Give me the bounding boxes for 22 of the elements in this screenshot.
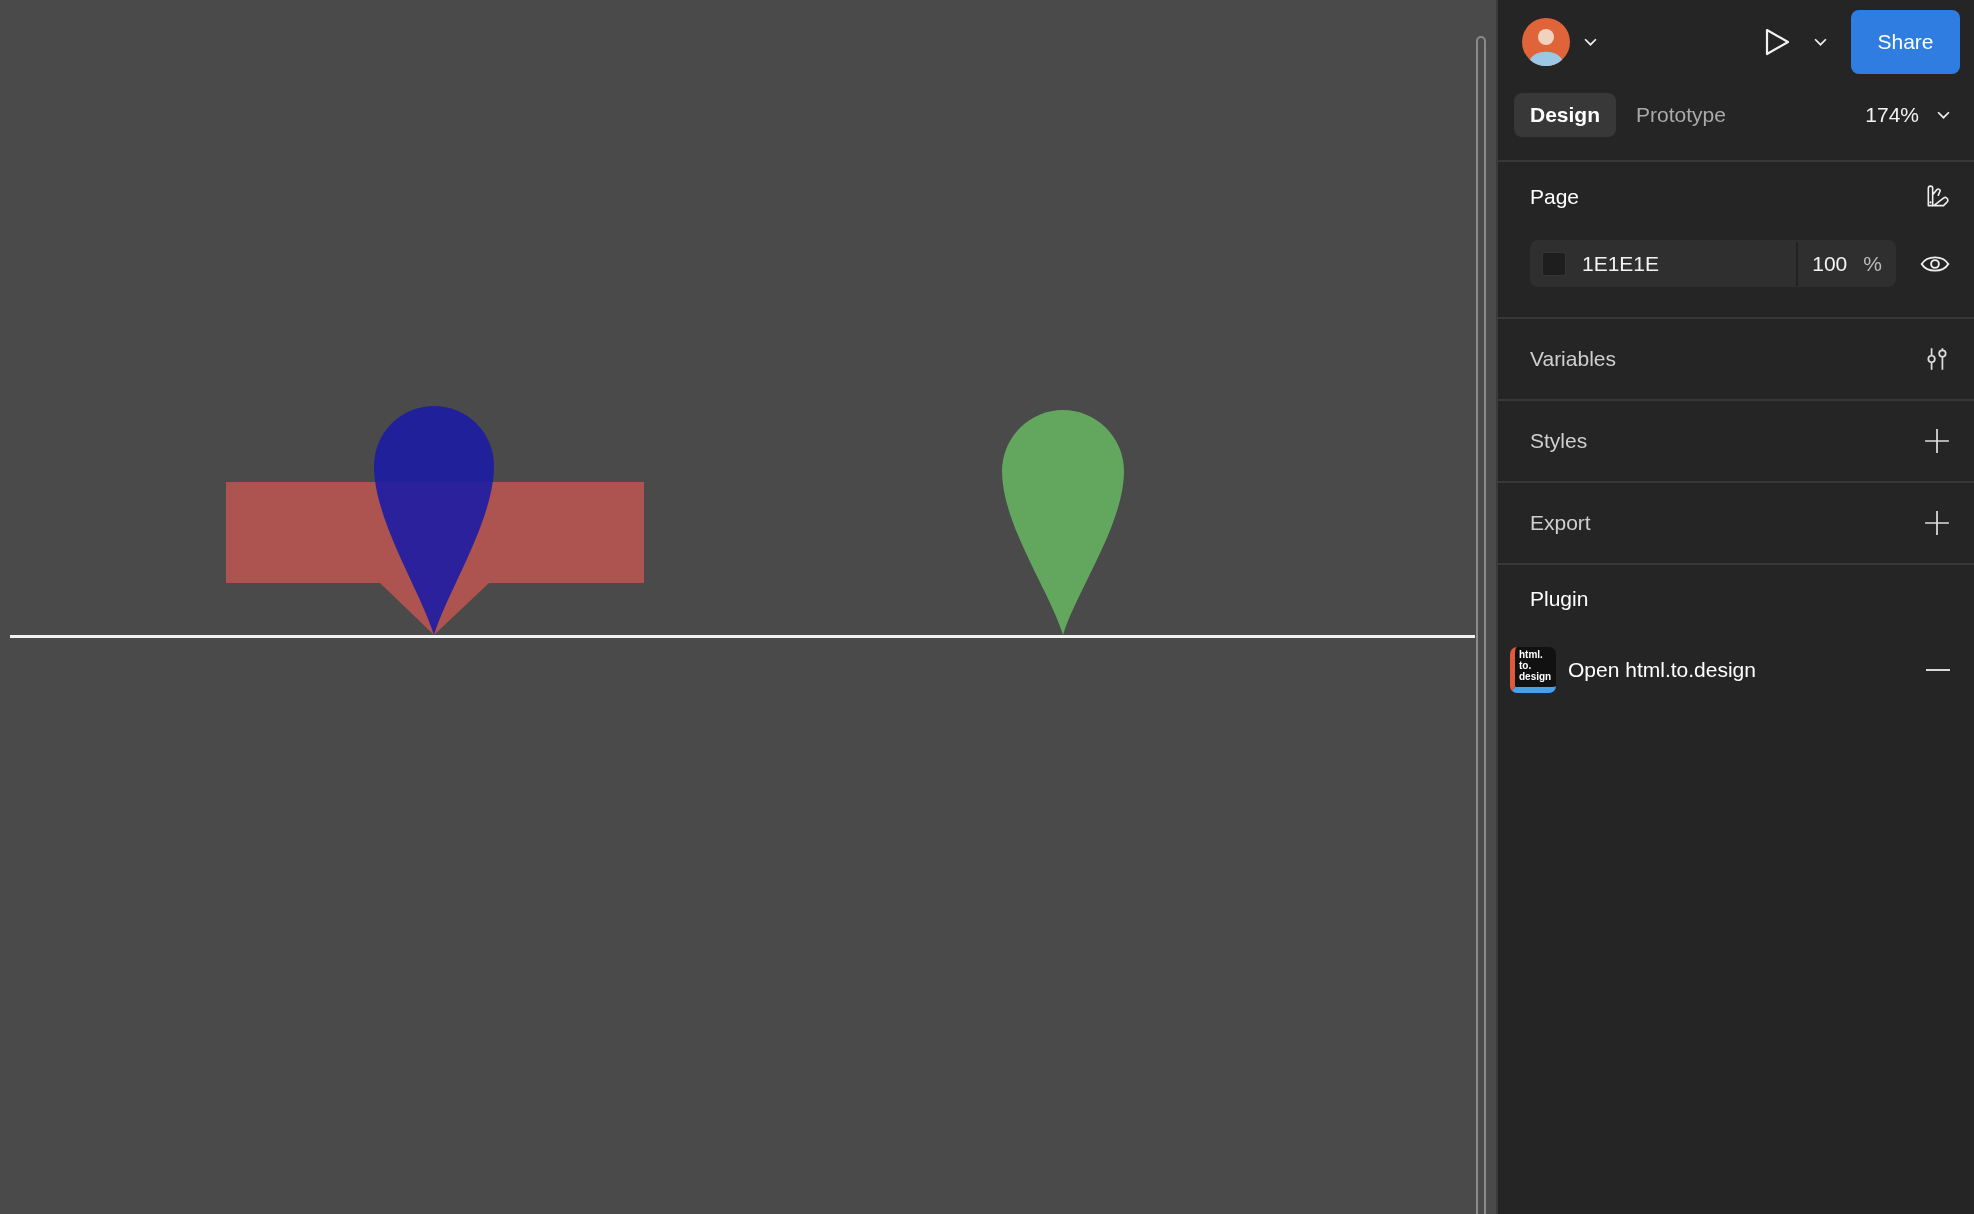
tab[interactable]: Design <box>1514 93 1616 137</box>
plugin-logo: html. to. design <box>1510 647 1556 693</box>
section-title: Variables <box>1530 347 1616 371</box>
plus-icon[interactable] <box>1924 510 1950 536</box>
section-title: Plugin <box>1530 587 1589 610</box>
eye-icon[interactable] <box>1920 253 1950 274</box>
minus-icon[interactable] <box>1926 668 1950 672</box>
plugin-name[interactable]: Open html.to.design <box>1568 658 1756 682</box>
chevron-down-icon[interactable] <box>1584 37 1597 47</box>
section-title: Page <box>1530 185 1580 209</box>
chevron-down-icon[interactable] <box>1937 110 1950 120</box>
zoom-level[interactable]: 174% <box>1865 103 1919 127</box>
section-title: Styles <box>1530 429 1588 453</box>
tab[interactable]: Prototype <box>1620 93 1742 137</box>
play-icon[interactable] <box>1764 27 1790 57</box>
avatar-icon[interactable] <box>1522 18 1570 66</box>
plus-icon[interactable] <box>1924 428 1950 454</box>
scrollbar[interactable] <box>1476 36 1486 1214</box>
share-button[interactable]: Share <box>1851 10 1960 74</box>
section-title: Export <box>1530 511 1591 535</box>
color-field[interactable]: 1E1E1E 100 % <box>1530 240 1896 287</box>
chevron-down-icon[interactable] <box>1814 37 1827 47</box>
